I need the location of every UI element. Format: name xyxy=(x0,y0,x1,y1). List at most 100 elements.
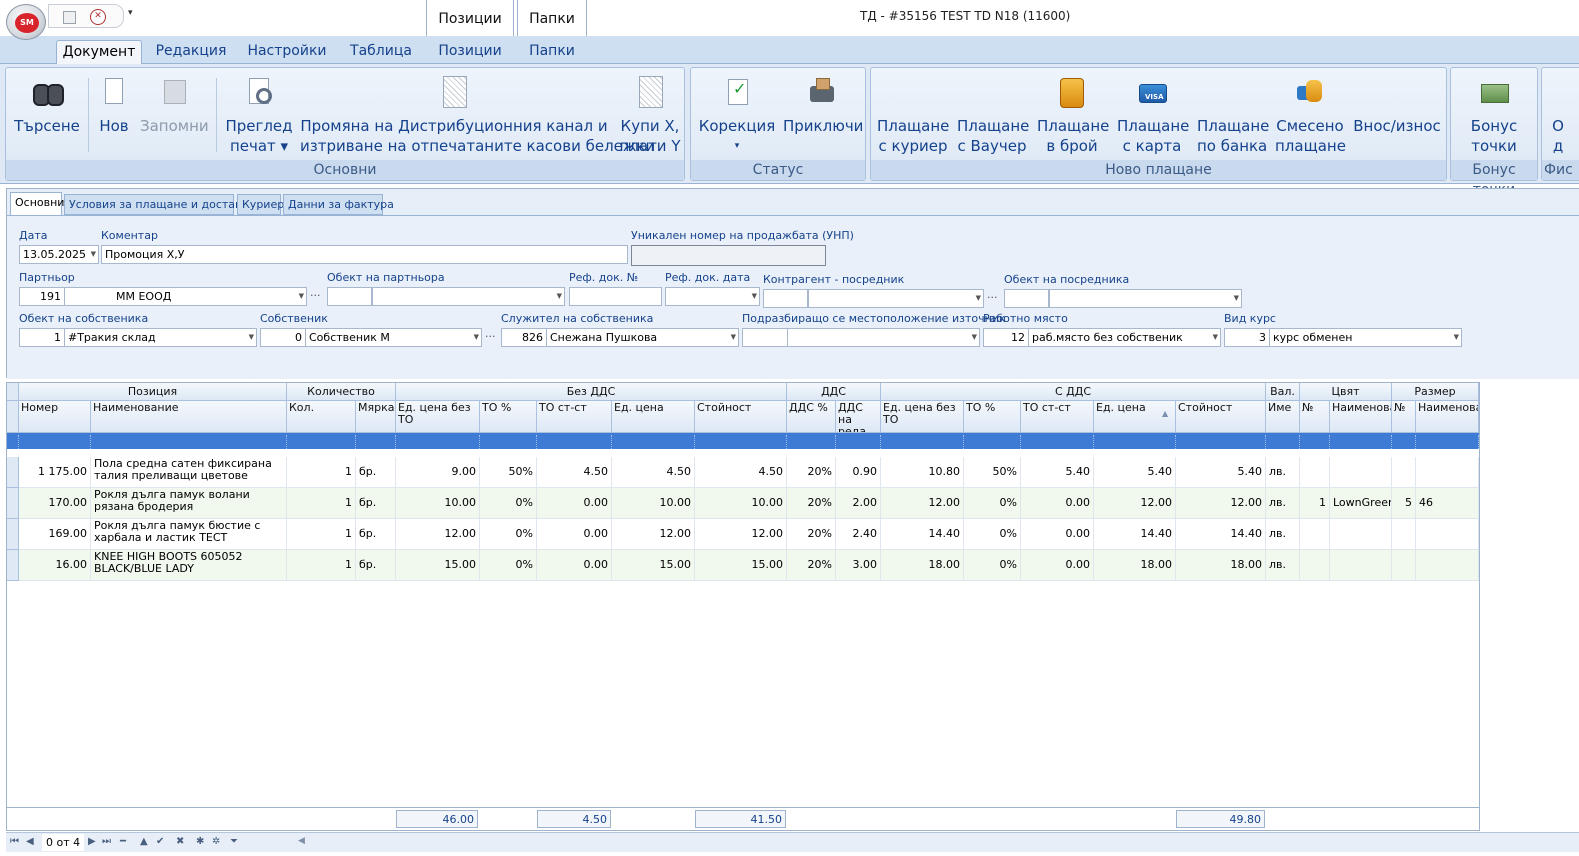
chevron-down-icon[interactable]: ▼ xyxy=(91,246,96,263)
filter-icon[interactable]: ⏷ xyxy=(230,836,238,847)
col-vat-pct[interactable]: ДДС % xyxy=(787,401,836,433)
application-menu-button[interactable]: SM xyxy=(6,4,46,40)
partner-id-field[interactable]: 191 xyxy=(19,287,65,306)
ref-doc-no-field[interactable] xyxy=(569,287,662,306)
pay-courier-button[interactable]: Плащане с куриер xyxy=(877,76,949,156)
filter-cell[interactable] xyxy=(19,435,91,449)
rate-id-field[interactable]: 3 xyxy=(1224,328,1270,347)
delete-record-icon[interactable]: ━ xyxy=(120,836,126,847)
positions-grid[interactable]: Позиция Количество Без ДДС ДДС С ДДС Вал. Цвят… xyxy=(6,382,1480,831)
tab-positions[interactable]: Позиции xyxy=(428,40,512,64)
chevron-down-icon[interactable]: ▼ xyxy=(249,329,254,346)
grid-corner-icon[interactable] xyxy=(7,383,19,401)
tab-table[interactable]: Таблица xyxy=(342,40,420,64)
new-button[interactable]: Нов xyxy=(94,76,134,136)
filter-cell[interactable] xyxy=(1021,435,1094,449)
intermediary-object-field[interactable]: ▼ xyxy=(1049,289,1242,308)
owner-field[interactable]: Собственик М ▼ xyxy=(305,328,482,347)
move-up-icon[interactable]: ▲ xyxy=(140,836,148,847)
first-record-icon[interactable]: ⏮ xyxy=(10,836,19,847)
default-location-id-field[interactable] xyxy=(742,328,788,347)
col-size-no[interactable]: № xyxy=(1392,401,1416,433)
save-button[interactable]: Запомни xyxy=(140,76,209,136)
owner-object-field[interactable]: #Тракия склад ▼ xyxy=(64,328,257,347)
col-vat-row[interactable]: ДДС на реда xyxy=(836,401,881,433)
partner-ellipsis-button[interactable]: ··· xyxy=(310,289,321,302)
sort-ascending-icon[interactable]: ▲ xyxy=(1162,409,1174,421)
col-currency-name[interactable]: Име xyxy=(1266,401,1300,433)
chevron-down-icon[interactable]: ▼ xyxy=(299,288,304,305)
filter-cell[interactable] xyxy=(612,435,695,449)
pay-bank-button[interactable]: Плащане по банка xyxy=(1197,76,1269,156)
form-tab-courier[interactable]: Куриер xyxy=(237,194,284,215)
filter-cell[interactable] xyxy=(1300,435,1330,449)
col-name[interactable]: Наименование xyxy=(91,401,287,433)
bonus-points-button[interactable]: Бонус точки xyxy=(1459,76,1529,156)
form-tab-main[interactable]: Основни xyxy=(10,192,64,215)
counterparty-ellipsis-button[interactable]: ··· xyxy=(987,291,998,304)
partner-object-id-field[interactable] xyxy=(327,287,372,306)
filter-cell[interactable] xyxy=(537,435,612,449)
chevron-down-icon[interactable]: ▼ xyxy=(1213,329,1218,346)
confirm-icon[interactable]: ✔ xyxy=(156,836,164,847)
save-icon[interactable] xyxy=(61,9,77,25)
filter-cell[interactable] xyxy=(1330,435,1392,449)
print-preview-button[interactable]: Преглед печат ▾ xyxy=(224,76,294,156)
form-tab-payment-terms[interactable]: Условия за плащане и доставка xyxy=(64,194,255,215)
tab-folders[interactable]: Папки xyxy=(519,40,585,64)
date-field[interactable]: 13.05.2025 ▼ xyxy=(19,245,99,264)
rate-field[interactable]: курс обменен ▼ xyxy=(1269,328,1462,347)
row-indicator[interactable] xyxy=(7,519,19,550)
grid-column-chooser-icon[interactable] xyxy=(7,401,19,433)
col-color-name[interactable]: Наименование xyxy=(1330,401,1392,433)
pay-voucher-button[interactable]: Плащане с Ваучер xyxy=(957,76,1029,156)
filter-indicator[interactable] xyxy=(7,435,19,449)
partner-object-field[interactable]: ▼ xyxy=(372,287,565,306)
last-record-icon[interactable]: ⏭ xyxy=(102,836,111,847)
next-record-icon[interactable]: ▶ xyxy=(88,836,96,847)
form-tab-invoice-data[interactable]: Данни за фактура xyxy=(283,194,394,215)
filter-cell[interactable] xyxy=(480,435,537,449)
counterparty-field[interactable]: ▼ xyxy=(808,289,984,308)
filter-cell[interactable] xyxy=(1416,435,1479,449)
chevron-down-icon[interactable]: ▼ xyxy=(557,288,562,305)
scroll-left-icon[interactable]: ◀ xyxy=(298,836,305,846)
filter-cell[interactable] xyxy=(91,435,287,449)
employee-id-field[interactable]: 826 xyxy=(501,328,547,347)
col-number[interactable]: Номер xyxy=(19,401,91,433)
col-unit-price[interactable]: Ед. цена xyxy=(612,401,695,433)
col-qty[interactable]: Кол. xyxy=(287,401,356,433)
col-vat-unit-price-no-discount[interactable]: Ед. цена без ТО xyxy=(881,401,964,433)
col-vat-discount-pct[interactable]: ТО % xyxy=(964,401,1021,433)
owner-object-id-field[interactable]: 1 xyxy=(19,328,65,347)
employee-field[interactable]: Снежана Пушкова ▼ xyxy=(546,328,739,347)
search-button[interactable]: Търсене xyxy=(12,76,82,136)
chevron-down-icon[interactable]: ▼ xyxy=(731,329,736,346)
refresh-icon[interactable]: ✲ xyxy=(212,836,220,847)
buy-x-pay-y-button[interactable]: Купи X, плати Y xyxy=(618,76,682,156)
row-indicator[interactable] xyxy=(7,488,19,519)
finish-button[interactable]: Приключи xyxy=(783,76,863,136)
cash-in-out-button[interactable]: Внос/износ xyxy=(1353,76,1441,136)
col-color-no[interactable]: № xyxy=(1300,401,1330,433)
col-size-name[interactable]: Наименование xyxy=(1416,401,1479,433)
correction-button[interactable]: Корекция ▾ xyxy=(697,76,777,156)
filter-cell[interactable] xyxy=(964,435,1021,449)
col-vat-discount-value[interactable]: ТО ст-ст xyxy=(1021,401,1094,433)
qat-customize-button[interactable]: ▾ xyxy=(128,8,133,18)
comment-field[interactable]: Промоция X,У xyxy=(101,245,628,264)
col-value[interactable]: Стойност xyxy=(695,401,787,433)
filter-cell[interactable] xyxy=(1094,435,1176,449)
row-indicator[interactable] xyxy=(7,457,19,488)
grid-filter-row[interactable] xyxy=(7,433,1479,451)
filter-cell[interactable] xyxy=(1266,435,1300,449)
chevron-down-icon[interactable]: ▼ xyxy=(752,288,757,305)
cancel-icon[interactable]: ✖ xyxy=(176,836,184,847)
filter-cell[interactable] xyxy=(396,435,480,449)
row-indicator[interactable] xyxy=(7,550,19,581)
tab-edit[interactable]: Редакция xyxy=(150,40,232,64)
default-location-field[interactable]: ▼ xyxy=(787,328,980,347)
chevron-down-icon[interactable]: ▼ xyxy=(976,290,981,307)
filter-cell[interactable] xyxy=(287,435,356,449)
change-distribution-channel-button[interactable]: Промяна на Дистрибуционния канал и изтри… xyxy=(300,76,655,156)
